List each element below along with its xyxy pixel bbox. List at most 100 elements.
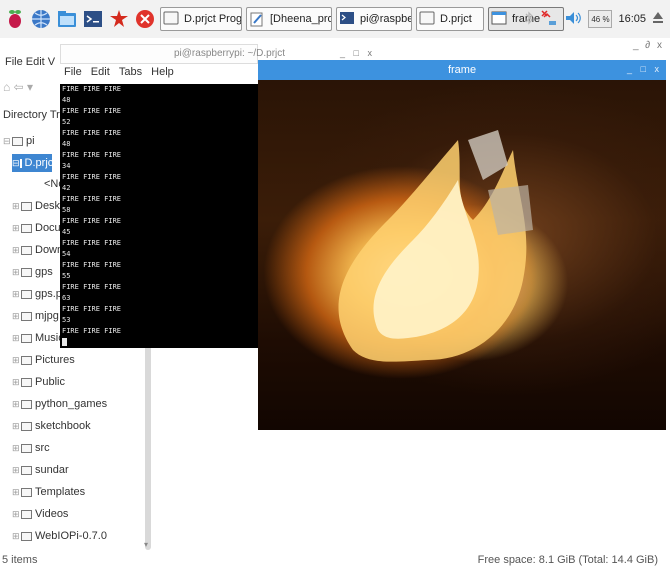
expand-icon[interactable]: ⊞ [12,245,21,256]
folder-icon [419,11,437,27]
folder-icon [21,223,32,233]
folder-icon [21,509,32,519]
expand-icon[interactable]: ⊞ [12,509,21,520]
expand-icon[interactable]: ⊞ [12,355,21,366]
terminal-line: FIRE FIRE FIRE [62,85,122,93]
folder-icon [19,158,22,168]
expand-icon[interactable]: ⊞ [12,201,21,212]
clock[interactable]: 16:05 [618,13,646,25]
tree-item-label: gps.p [35,288,62,300]
web-browser-icon[interactable] [30,8,52,30]
scroll-down-icon[interactable]: ▾ [144,540,148,549]
tree-item-pictures[interactable]: ⊞ Pictures [12,351,75,369]
terminal-menu-help[interactable]: Help [151,66,174,78]
tree-item-public[interactable]: ⊞ Public [12,373,65,391]
collapse-icon[interactable]: ⊟ [3,136,12,147]
expand-icon[interactable]: ⊞ [12,289,21,300]
expand-icon[interactable]: ⊞ [12,333,21,344]
tree-item-mjpg[interactable]: ⊞ mjpg [12,307,59,325]
task-label: D.prjct Programs [184,13,242,25]
expand-icon[interactable]: ⊞ [12,399,21,410]
expand-icon[interactable]: ⊞ [12,531,21,542]
folder-icon [21,245,32,255]
terminal-line: FIRE FIRE FIRE [62,107,122,115]
task-label: pi@raspberrypi: ... [360,13,411,25]
terminal-window-controls[interactable]: _ □ x [340,48,375,58]
terminal-line: 45 [62,228,71,236]
tree-item-sketchbook[interactable]: ⊞ sketchbook [12,417,91,435]
folder-icon [21,377,32,387]
tree-item-sundar[interactable]: ⊞ sundar [12,461,69,479]
volume-icon[interactable] [564,10,582,29]
folder-up-icon[interactable]: ⌂ [3,80,10,94]
terminal-icon [339,11,357,27]
expand-icon[interactable]: ⊞ [12,377,21,388]
terminal-output[interactable]: FIRE FIRE FIRE 48 FIRE FIRE FIRE 52 FIRE… [60,84,258,348]
bluetooth-icon[interactable] [524,10,534,29]
terminal-line: 52 [62,118,71,126]
tree-item-label: gps [35,266,53,278]
terminal-icon[interactable] [82,8,104,30]
terminal-cursor-line [60,337,258,348]
tree-item-downloads[interactable]: ⊞ Down [12,241,63,259]
expand-icon[interactable]: ⊞ [12,267,21,278]
tree-item-label: src [35,442,50,454]
terminal-menu-file[interactable]: File [64,66,82,78]
task-dheena-project[interactable]: [Dheena_project -... [246,7,332,31]
expand-icon[interactable]: ⊞ [12,223,21,234]
file-manager-menubar[interactable]: File Edit V [5,56,55,68]
tree-item-gps-py[interactable]: ⊞ gps.p [12,285,62,303]
task-d-prjct[interactable]: D.prjct [416,7,484,31]
folder-icon [21,443,32,453]
folder-icon [21,289,32,299]
tree-item-src[interactable]: ⊞ src [12,439,50,457]
folder-icon [21,201,32,211]
tree-item-label: sketchbook [35,420,91,432]
tree-item-webiopi[interactable]: ⊞ WebIOPi-0.7.0 [12,527,107,545]
expand-icon[interactable]: ⊞ [12,487,21,498]
terminal-menu-edit[interactable]: Edit [91,66,110,78]
tree-item-videos[interactable]: ⊞ Videos [12,505,68,523]
expand-icon[interactable]: ⊞ [12,443,21,454]
task-terminal[interactable]: pi@raspberrypi: ... [336,7,412,31]
terminal-line: 53 [62,316,71,324]
mathematica-icon[interactable] [108,8,130,30]
tree-item-label: WebIOPi-0.7.0 [35,530,107,542]
tree-item-gps[interactable]: ⊞ gps [12,263,53,281]
cpu-usage-meter: 46 % [588,10,613,28]
tree-item-pi[interactable]: ⊟ pi [3,132,35,150]
chevron-down-icon[interactable]: ▾ [27,80,33,94]
wolfram-icon[interactable] [134,8,156,30]
terminal-line: FIRE FIRE FIRE [62,129,122,137]
tree-item-documents[interactable]: ⊞ Docur [12,219,64,237]
terminal-line: FIRE FIRE FIRE [62,173,122,181]
frame-titlebar[interactable]: frame _ □ x [258,60,666,80]
fire-flame-image [338,130,533,362]
terminal-menu-tabs[interactable]: Tabs [119,66,142,78]
window-controls[interactable]: _ ∂ x [633,40,664,51]
tree-item-templates[interactable]: ⊞ Templates [12,483,85,501]
terminal-line: FIRE FIRE FIRE [62,239,122,247]
fire-camera-frame [258,80,666,430]
raspberry-menu-icon[interactable] [4,8,26,30]
eject-icon[interactable] [652,11,664,28]
terminal-line: FIRE FIRE FIRE [62,327,122,335]
expand-icon[interactable]: ⊞ [12,421,21,432]
tree-item-python-games[interactable]: ⊞ python_games [12,395,107,413]
network-disconnected-icon[interactable] [540,9,558,30]
tree-item-label: Pictures [35,354,75,366]
file-manager-nav-buttons[interactable]: ⌂ ⇦ ▾ [3,80,33,94]
task-d-prjct-programs[interactable]: D.prjct Programs [160,7,242,31]
terminal-line: FIRE FIRE FIRE [62,195,122,203]
expand-icon[interactable]: ⊞ [12,311,21,322]
frame-window-controls[interactable]: _ □ x [627,64,662,74]
tree-item-music[interactable]: ⊞ Music [12,329,64,347]
file-manager-icon[interactable] [56,8,78,30]
collapse-icon[interactable]: ⊟ [12,158,20,169]
status-free-space: Free space: 8.1 GiB (Total: 14.4 GiB) [477,554,658,566]
tree-item-d-prjct[interactable]: ⊟ D.prjc [12,154,53,172]
task-label: D.prjct [440,13,472,25]
tree-item-desktop[interactable]: ⊞ Deskt [12,197,63,215]
back-icon[interactable]: ⇦ [14,80,24,94]
expand-icon[interactable]: ⊞ [12,465,21,476]
